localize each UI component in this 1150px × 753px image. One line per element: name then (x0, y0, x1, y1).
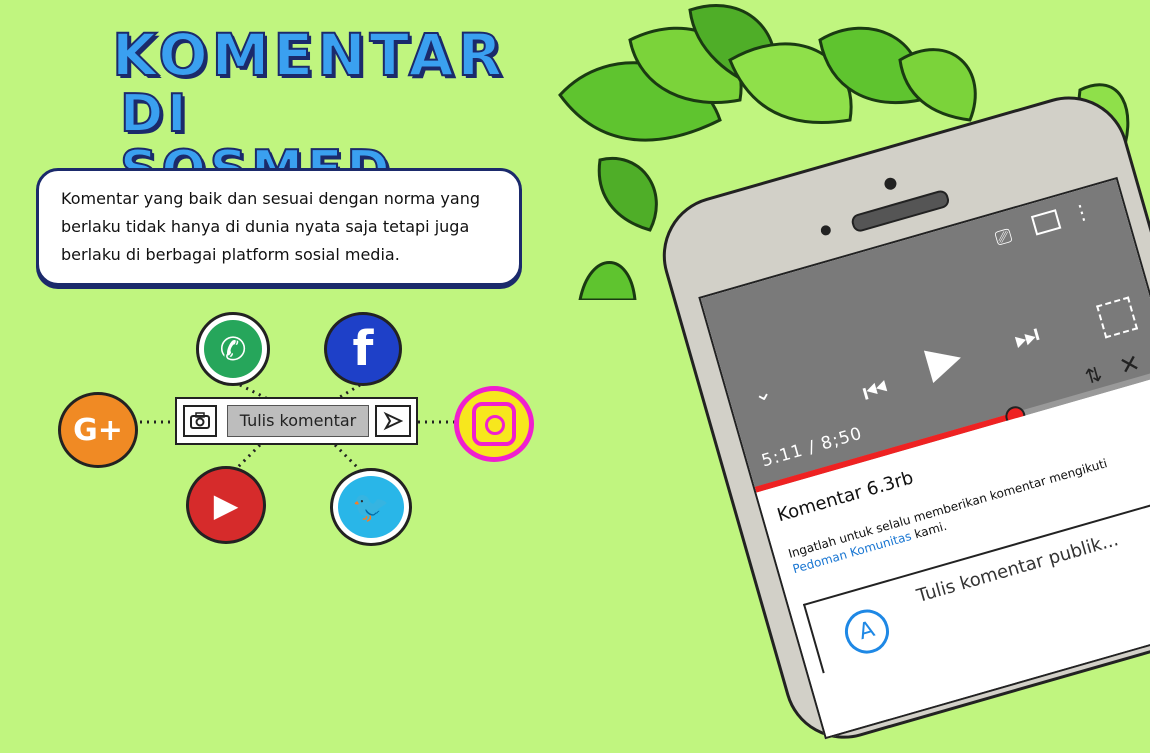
more-vert-icon[interactable]: ⋮ (1069, 198, 1095, 227)
avatar: A (839, 604, 895, 659)
facebook-glyph: f (352, 321, 374, 377)
cast-icon[interactable]: ⎚ (992, 223, 1014, 250)
fullscreen-window-icon[interactable] (1030, 209, 1062, 236)
send-icon[interactable] (375, 405, 411, 437)
google-plus-label: G+ (73, 412, 123, 448)
phone-screen: ⎚ ⋮ ⌄ ⏮ ▶ ⏭ 5:11 / 8;50 ⇅ ✕ Komentar 6.3… (698, 176, 1150, 740)
phone-illustration: ⎚ ⋮ ⌄ ⏮ ▶ ⏭ 5:11 / 8;50 ⇅ ✕ Komentar 6.3… (610, 0, 1150, 753)
play-glyph: ▶ (213, 486, 239, 524)
connector-lines (140, 383, 455, 472)
phone-body: ⎚ ⋮ ⌄ ⏮ ▶ ⏭ 5:11 / 8;50 ⇅ ✕ Komentar 6.3… (648, 82, 1150, 753)
next-icon[interactable]: ⏭ (1010, 317, 1044, 357)
youtube-icon[interactable]: ▶ (186, 466, 266, 544)
chevron-down-icon[interactable]: ⌄ (750, 379, 775, 408)
previous-icon[interactable]: ⏮ (859, 371, 893, 411)
front-camera (883, 176, 898, 192)
fullscreen-icon[interactable] (1096, 296, 1139, 339)
play-icon[interactable]: ▶ (921, 330, 968, 388)
phone-glyph: ✆ (219, 330, 247, 368)
camera-icon[interactable] (183, 405, 217, 437)
bird-glyph: 🐦 (352, 489, 390, 525)
public-comment-input[interactable]: Tulis komentar publik... (914, 529, 1120, 607)
whatsapp-icon[interactable]: ✆ (196, 312, 270, 386)
facebook-icon[interactable]: f (324, 312, 402, 386)
twitter-icon[interactable]: 🐦 (330, 468, 412, 546)
earpiece (849, 188, 951, 234)
instagram-icon[interactable] (454, 386, 534, 462)
google-plus-icon[interactable]: G+ (58, 392, 138, 468)
comment-bar: Tulis komentar (175, 397, 418, 445)
comment-input[interactable]: Tulis komentar (227, 405, 369, 437)
sensor (819, 224, 832, 237)
